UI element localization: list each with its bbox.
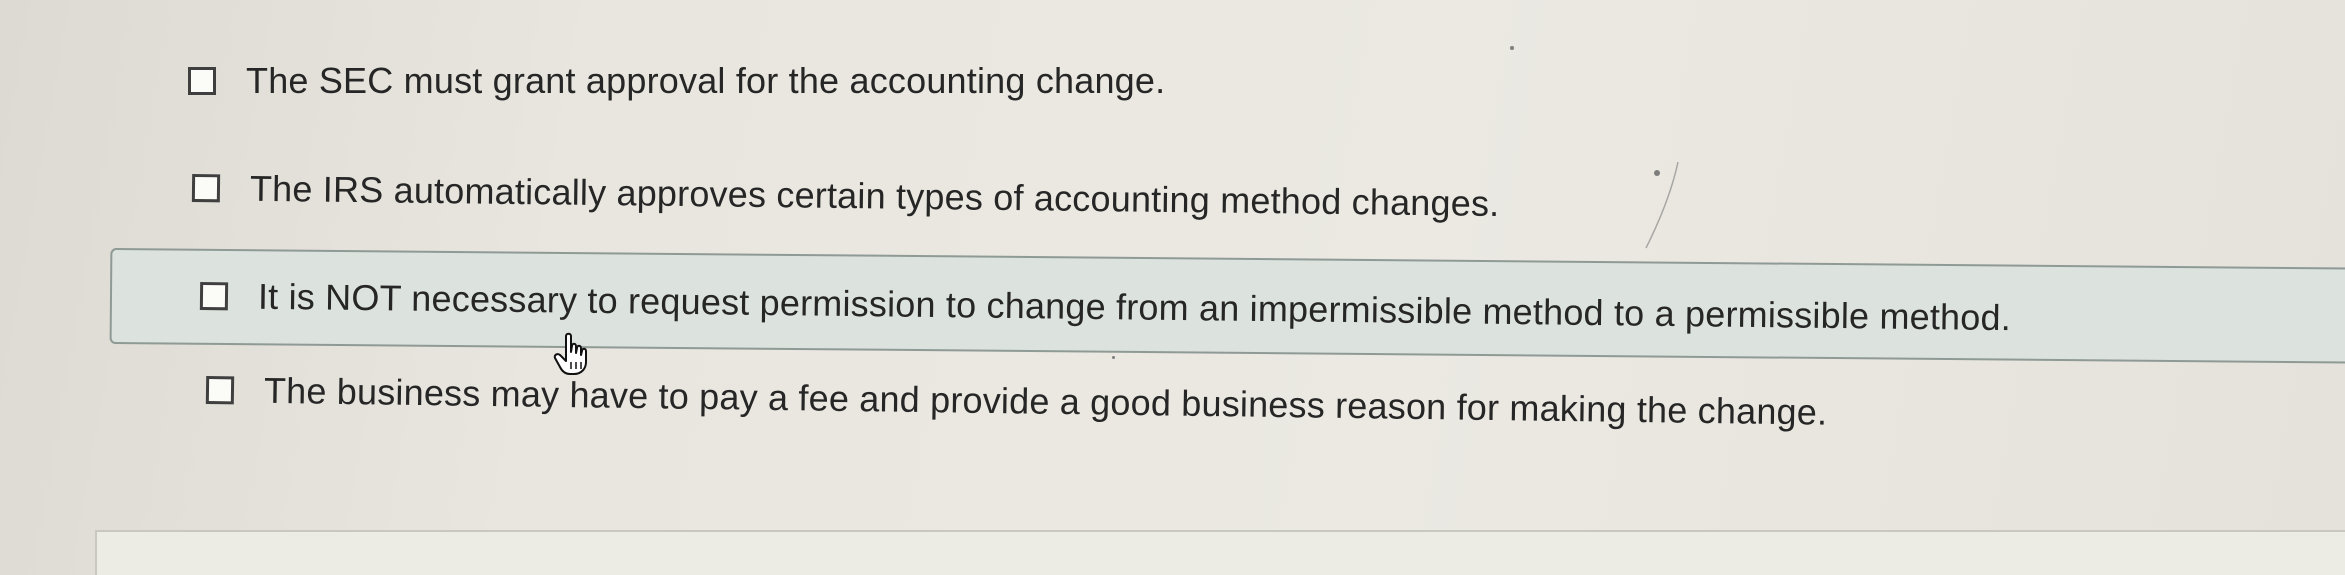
answer-options: The SEC must grant approval for the acco… bbox=[0, 0, 2345, 575]
screen-scratch-mark bbox=[1645, 161, 1679, 249]
next-content-panel bbox=[95, 530, 2345, 575]
checkbox-icon[interactable] bbox=[199, 282, 229, 311]
checkbox-icon[interactable] bbox=[191, 174, 221, 203]
screen-speck bbox=[1510, 46, 1514, 50]
checkbox-icon[interactable] bbox=[205, 376, 235, 405]
screen-speck bbox=[1654, 170, 1660, 176]
hand-pointer-icon bbox=[553, 332, 587, 375]
option-irs-automatic[interactable]: The IRS automatically approves certain t… bbox=[191, 160, 1500, 232]
option-label: The business may have to pay a fee and p… bbox=[263, 369, 1828, 433]
option-sec-approval[interactable]: The SEC must grant approval for the acco… bbox=[188, 56, 1165, 106]
checkbox-icon[interactable] bbox=[188, 67, 216, 95]
option-label: The SEC must grant approval for the acco… bbox=[246, 60, 1166, 101]
option-label: The IRS automatically approves certain t… bbox=[249, 167, 1500, 224]
screen-speck bbox=[1112, 356, 1115, 359]
option-pay-fee[interactable]: The business may have to pay a fee and p… bbox=[205, 362, 1828, 441]
